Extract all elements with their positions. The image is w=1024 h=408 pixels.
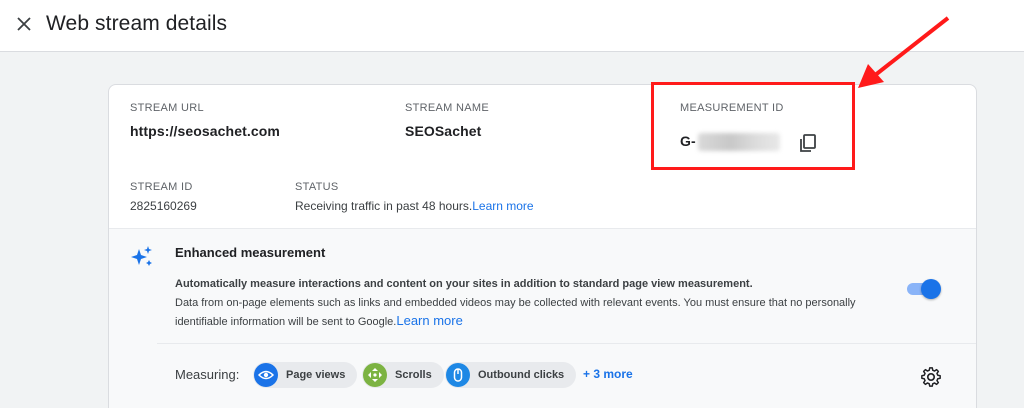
section-divider	[157, 343, 976, 344]
measuring-label: Measuring:	[175, 367, 240, 382]
scroll-icon	[363, 363, 387, 387]
status-label: STATUS	[295, 181, 339, 193]
chip-label: Outbound clicks	[478, 369, 565, 381]
chip-page-views[interactable]: Page views	[253, 362, 358, 388]
enhanced-measurement-section: Enhanced measurement Automatically measu…	[109, 228, 976, 408]
chip-label: Scrolls	[395, 369, 432, 381]
status-value: Receiving traffic in past 48 hours.Learn…	[295, 199, 534, 213]
status-text: Receiving traffic in past 48 hours.	[295, 199, 473, 213]
sparkle-icon	[131, 246, 152, 266]
stream-name-label: STREAM NAME	[405, 102, 489, 114]
enhanced-measurement-description: Data from on-page elements such as links…	[175, 294, 895, 331]
enhanced-learn-more-link[interactable]: Learn more	[396, 313, 462, 328]
top-bar: Web stream details	[0, 0, 1024, 52]
stream-name-value: SEOSachet	[405, 123, 482, 139]
close-icon	[17, 17, 31, 31]
measurement-id-redacted	[697, 133, 780, 152]
chip-label: Page views	[286, 369, 346, 381]
chip-scrolls[interactable]: Scrolls	[362, 362, 444, 388]
stream-url-value: https://seosachet.com	[130, 123, 280, 139]
measurement-id-value: G-	[680, 133, 780, 152]
more-measurements-link[interactable]: + 3 more	[583, 367, 633, 381]
measurement-id-prefix: G-	[680, 133, 696, 149]
stream-id-label: STREAM ID	[130, 181, 193, 193]
eye-icon	[254, 363, 278, 387]
page-title: Web stream details	[46, 12, 228, 35]
enhanced-measurement-summary: Automatically measure interactions and c…	[175, 278, 753, 290]
copy-measurement-id-button[interactable]	[795, 130, 821, 156]
enhanced-description-text: Data from on-page elements such as links…	[175, 297, 856, 328]
stream-details-card: STREAM URL https://seosachet.com STREAM …	[108, 84, 977, 408]
toggle-thumb	[921, 279, 941, 299]
stream-id-value: 2825160269	[130, 199, 197, 213]
measurement-id-label: MEASUREMENT ID	[680, 102, 784, 114]
close-button[interactable]	[10, 10, 38, 38]
enhanced-measurement-title: Enhanced measurement	[175, 245, 326, 260]
copy-icon	[800, 134, 816, 152]
status-learn-more-link[interactable]: Learn more	[472, 199, 533, 213]
mouse-icon	[446, 363, 470, 387]
stream-url-label: STREAM URL	[130, 102, 204, 114]
chip-outbound-clicks[interactable]: Outbound clicks	[445, 362, 577, 388]
enhanced-measurement-toggle[interactable]	[905, 279, 941, 299]
enhanced-settings-button[interactable]	[919, 365, 943, 389]
gear-icon	[921, 367, 941, 387]
